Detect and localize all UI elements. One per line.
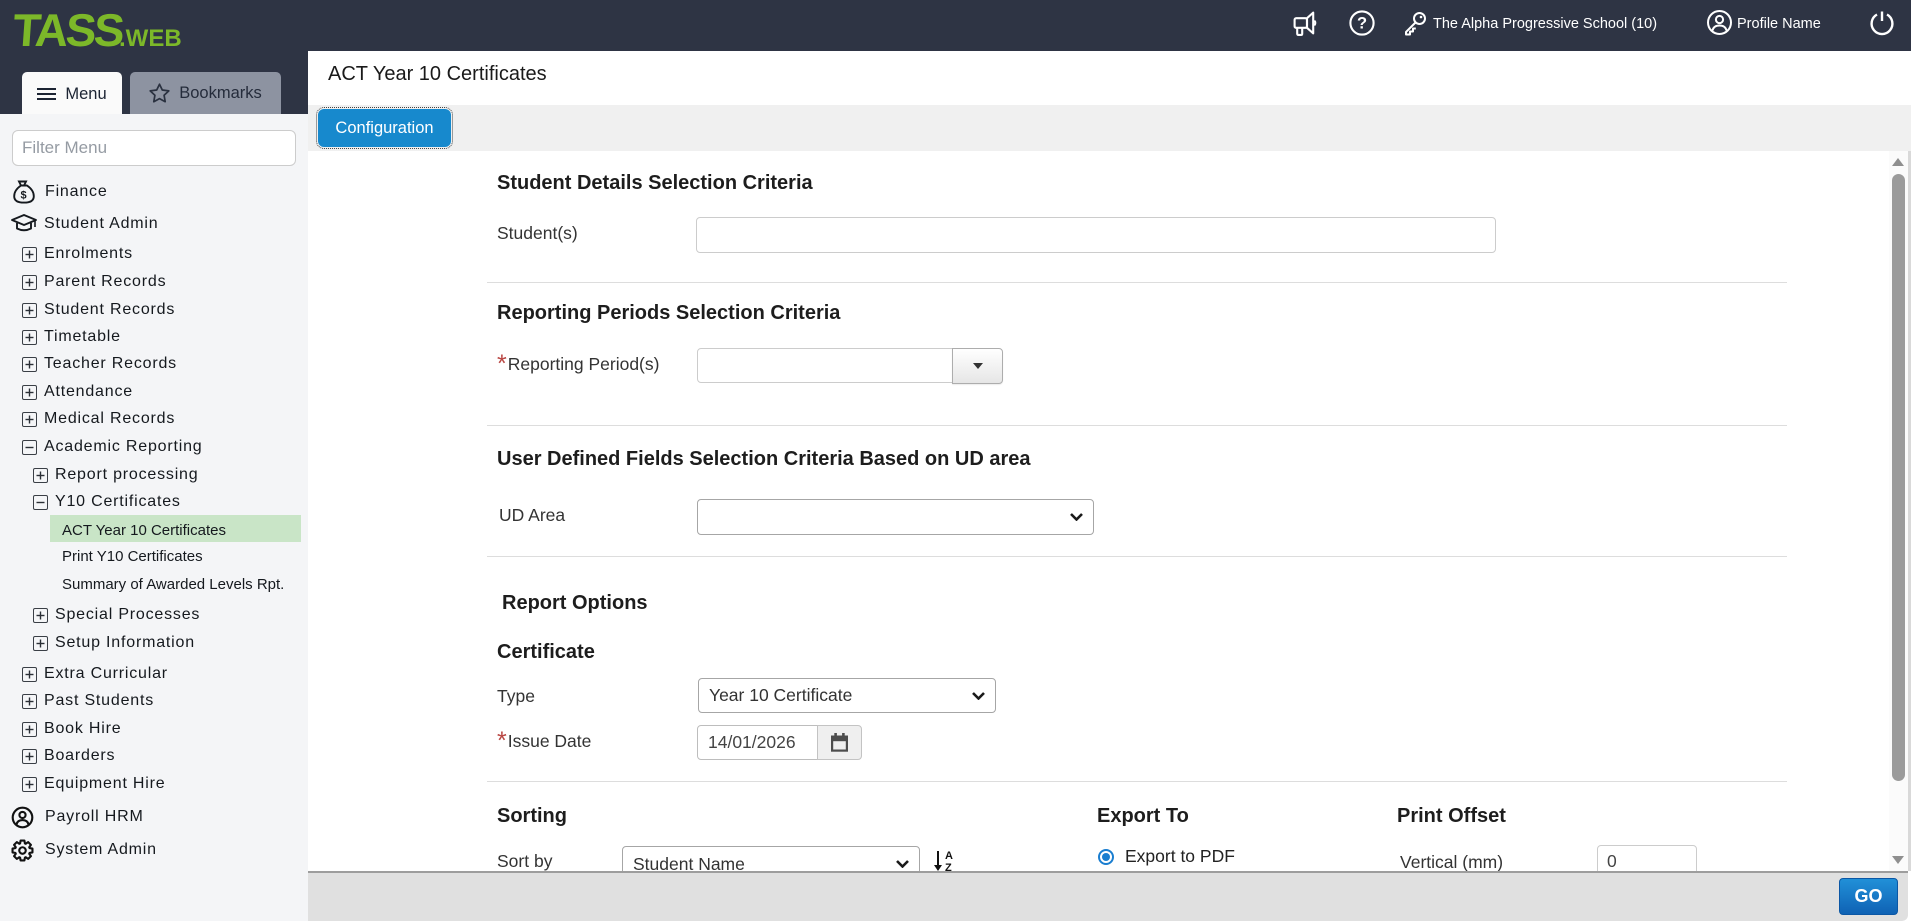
svg-text:TASS: TASS bbox=[12, 4, 125, 50]
svg-text:A: A bbox=[945, 850, 953, 862]
svg-text:.WEB: .WEB bbox=[119, 25, 182, 50]
svg-text:?: ? bbox=[1357, 14, 1367, 32]
svg-text:$: $ bbox=[21, 190, 28, 202]
